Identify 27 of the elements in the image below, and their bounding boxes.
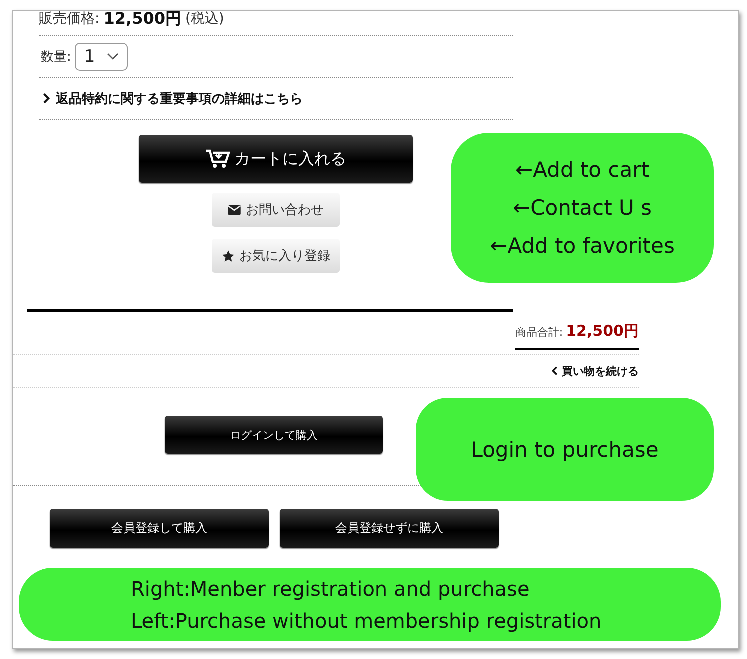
annotation-text: Left:Purchase without membership registration	[131, 608, 603, 632]
chevron-right-icon	[43, 93, 50, 104]
star-icon	[222, 250, 234, 262]
favorite-button[interactable]: お気に入り登録	[212, 239, 340, 273]
envelope-icon	[228, 205, 241, 215]
annotation-text: Right:Menber registration and purchase	[131, 576, 531, 600]
subtotal-label: 商品合計:	[515, 325, 564, 340]
chevron-down-icon	[107, 52, 120, 60]
subtotal-value: 12,500円	[566, 322, 639, 341]
price-value: 12,500円	[104, 11, 182, 27]
register-purchase-button[interactable]: 会員登録して購入	[50, 509, 269, 548]
contact-button[interactable]: お問い合わせ	[212, 193, 340, 227]
cart-icon	[206, 149, 230, 169]
continue-shopping-link[interactable]: 買い物を続ける	[552, 364, 639, 378]
annotation-text: ←Add to favorites	[490, 234, 675, 258]
annotation-text: ←Contact U s	[513, 196, 652, 220]
login-purchase-button[interactable]: ログインして購入	[165, 416, 383, 454]
add-to-cart-button[interactable]: カートに入れる	[139, 135, 413, 183]
tax-note: (税込)	[185, 11, 224, 27]
notice-link[interactable]: 返品特約に関する重要事項の詳細はこちら	[56, 90, 303, 108]
annotation-text: Login to purchase	[471, 438, 659, 462]
chevron-left-icon	[552, 366, 558, 376]
quantity-label: 数量:	[41, 48, 72, 66]
guest-purchase-button[interactable]: 会員登録せずに購入	[280, 509, 499, 548]
annotation-text: ←Add to cart	[516, 158, 650, 182]
quantity-dropdown[interactable]: 1	[75, 42, 128, 70]
price-label: 販売価格:	[39, 11, 100, 27]
